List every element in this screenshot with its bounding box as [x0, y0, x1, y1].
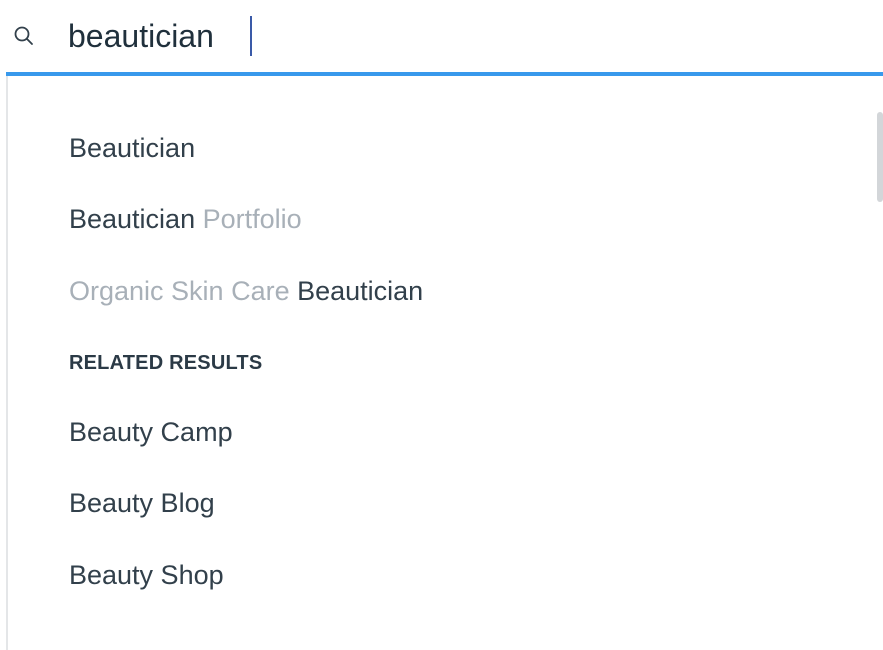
related-item-beauty-blog[interactable]: Beauty Blog [69, 481, 215, 525]
text-caret [250, 16, 252, 56]
suggestion-suffix: Portfolio [195, 204, 302, 234]
suggestion-item[interactable]: Beautician Portfolio [69, 197, 302, 241]
suggestion-match: Beautician [297, 276, 424, 306]
suggestion-item[interactable]: Beautician [69, 126, 195, 170]
search-bar [0, 0, 883, 72]
related-results-heading: RELATED RESULTS [69, 352, 263, 374]
suggestion-match: Beautician [69, 204, 196, 234]
related-item-beauty-camp[interactable]: Beauty Camp [69, 410, 233, 454]
suggestion-item[interactable]: Organic Skin Care Beautician [69, 269, 423, 313]
suggestion-prefix: Organic Skin Care [69, 276, 298, 306]
related-item-beauty-shop[interactable]: Beauty Shop [69, 553, 224, 597]
suggestion-match: Beautician [69, 133, 196, 163]
dropdown-scrollbar[interactable] [877, 112, 883, 202]
search-input[interactable] [68, 14, 848, 58]
search-icon[interactable] [12, 24, 36, 48]
